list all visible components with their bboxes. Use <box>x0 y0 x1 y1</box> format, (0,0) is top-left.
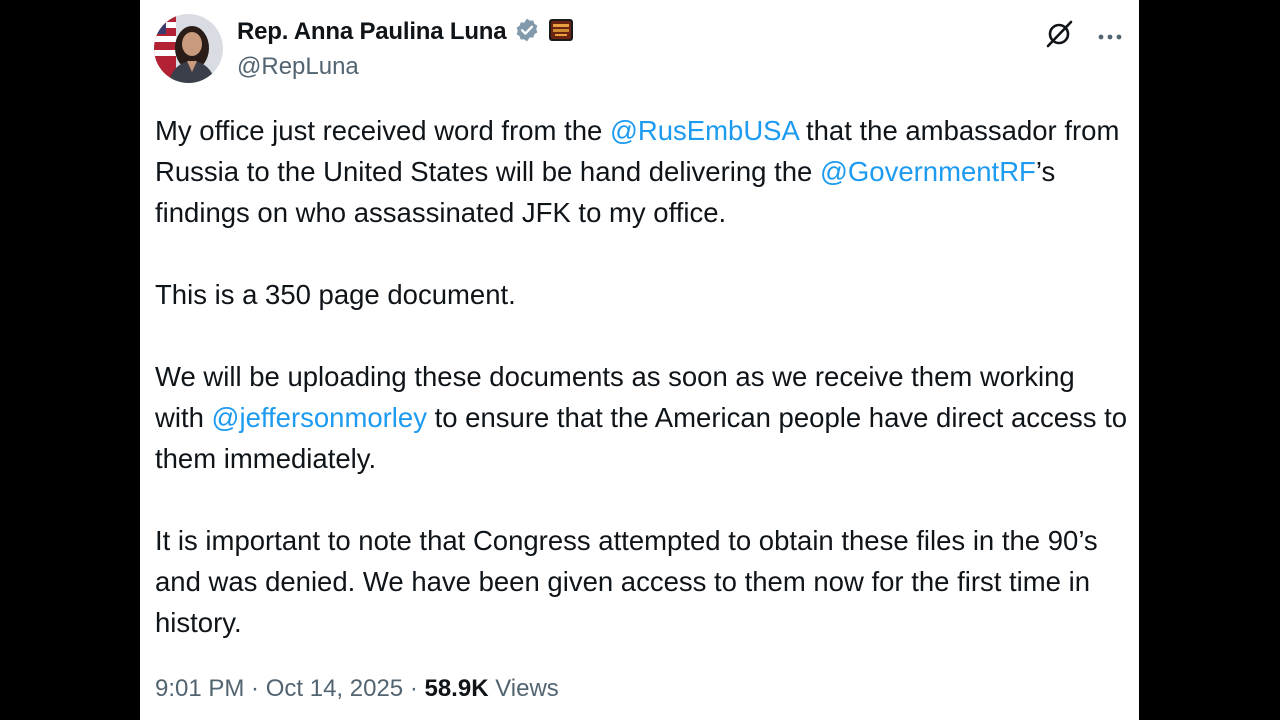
post-time[interactable]: 9:01 PM <box>155 675 244 702</box>
post-card: Rep. Anna Paulina Luna @RepLuna My offic… <box>140 0 1139 720</box>
mention-link[interactable]: @GovernmentRF <box>820 156 1036 187</box>
mention-link[interactable]: @RusEmbUSA <box>610 115 798 146</box>
mention-link[interactable]: @jeffersonmorley <box>212 402 427 433</box>
author-display-name[interactable]: Rep. Anna Paulina Luna <box>237 18 507 46</box>
verified-badge-icon[interactable] <box>514 17 540 48</box>
post-date[interactable]: Oct 14, 2025 <box>266 675 403 702</box>
more-options-icon[interactable] <box>1097 28 1123 46</box>
author-handle[interactable]: @RepLuna <box>237 53 359 81</box>
views-count: 58.9K <box>424 675 489 702</box>
post-metadata: 9:01 PM · Oct 14, 2025 · 58.9K Views <box>155 675 559 703</box>
post-text: My office just received word from the @R… <box>155 110 1130 643</box>
post-paragraph-1: My office just received word from the @R… <box>155 110 1130 233</box>
post-paragraph-2: This is a 350 page document. <box>155 279 516 310</box>
author-name-row: Rep. Anna Paulina Luna <box>237 17 574 47</box>
meta-separator: · <box>244 675 266 702</box>
avatar-image <box>154 14 223 83</box>
views-label: Views <box>488 675 559 702</box>
affiliation-badge-icon[interactable] <box>548 17 574 48</box>
avatar[interactable] <box>154 14 223 83</box>
post-paragraph-3: We will be uploading these documents as … <box>155 356 1130 479</box>
post-actions <box>1043 18 1123 55</box>
post-text-segment: My office just received word from the <box>155 115 610 146</box>
meta-separator: · <box>403 675 425 702</box>
grok-icon[interactable] <box>1043 18 1075 55</box>
post-paragraph-4: It is important to note that Congress at… <box>155 525 1098 638</box>
